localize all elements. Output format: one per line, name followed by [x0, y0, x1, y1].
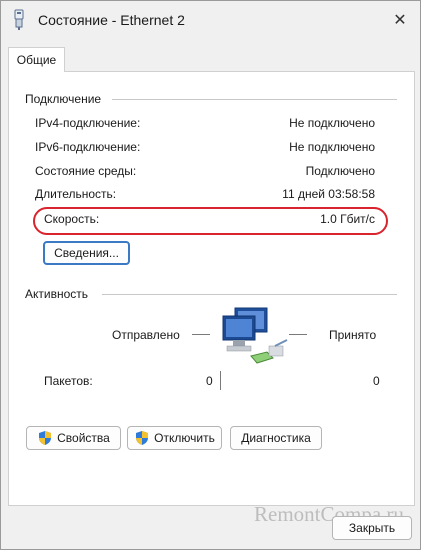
- duration-label: Длительность:: [35, 187, 117, 201]
- ipv4-label: IPv4-подключение:: [35, 116, 141, 130]
- sent-label: Отправлено: [112, 328, 180, 342]
- activity-group-title: Активность: [25, 287, 89, 301]
- packets-sent-value: 0: [206, 374, 213, 388]
- packets-label: Пакетов:: [44, 374, 93, 388]
- ipv6-label: IPv6-подключение:: [35, 140, 141, 154]
- properties-button[interactable]: Свойства: [26, 426, 121, 450]
- close-button[interactable]: Закрыть: [332, 516, 412, 540]
- diagnose-button[interactable]: Диагностика: [230, 426, 322, 450]
- duration-row: Длительность: 11 дней 03:58:58: [35, 187, 375, 203]
- properties-button-label: Свойства: [57, 431, 110, 445]
- status-window: Состояние - Ethernet 2 ✕ Общие Подключен…: [0, 0, 421, 550]
- window-title: Состояние - Ethernet 2: [38, 12, 185, 28]
- speed-row: Скорость: 1.0 Гбит/с: [44, 212, 375, 228]
- close-window-button[interactable]: ✕: [388, 9, 412, 31]
- duration-value: 11 дней 03:58:58: [282, 187, 375, 201]
- disable-button-label: Отключить: [154, 431, 215, 445]
- uac-shield-icon: [136, 431, 149, 445]
- media-state-label: Состояние среды:: [35, 164, 137, 178]
- received-label: Принято: [329, 328, 377, 342]
- activity-group-divider: [102, 294, 397, 295]
- ipv6-row: IPv6-подключение: Не подключено: [35, 140, 375, 156]
- close-icon: ✕: [393, 12, 407, 29]
- disable-button[interactable]: Отключить: [127, 426, 222, 450]
- ipv6-value: Не подключено: [289, 140, 375, 154]
- network-adapter-icon: [14, 9, 24, 30]
- ipv4-row: IPv4-подключение: Не подключено: [35, 116, 375, 132]
- uac-shield-icon: [39, 431, 52, 445]
- tab-general[interactable]: Общие: [8, 47, 65, 72]
- speed-value: 1.0 Гбит/с: [320, 212, 375, 226]
- received-line: [289, 334, 307, 335]
- speed-label: Скорость:: [44, 212, 100, 226]
- network-activity-icon: [222, 307, 288, 364]
- packets-received-value: 0: [373, 374, 380, 388]
- connection-group-divider: [112, 99, 397, 100]
- ipv4-value: Не подключено: [289, 116, 375, 130]
- sent-line: [192, 334, 210, 335]
- packets-divider: [220, 371, 221, 390]
- media-state-row: Состояние среды: Подключено: [35, 164, 375, 180]
- connection-group-title: Подключение: [25, 92, 102, 106]
- title-bar: Состояние - Ethernet 2 ✕: [1, 1, 420, 41]
- media-state-value: Подключено: [305, 164, 375, 178]
- details-button[interactable]: Сведения...: [43, 241, 130, 265]
